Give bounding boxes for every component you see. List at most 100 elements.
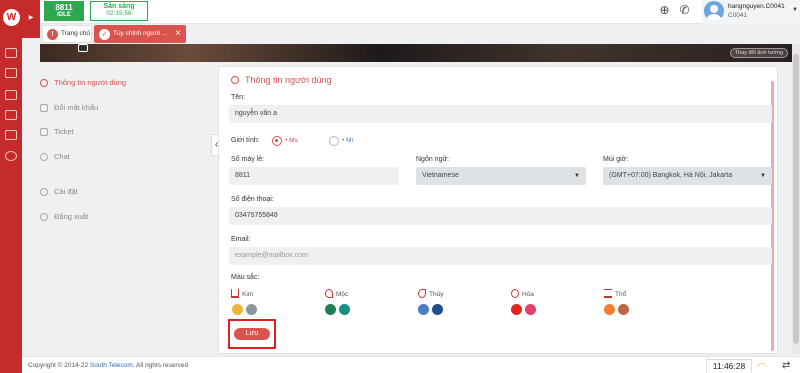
sidebar-item-label: Chat (54, 151, 70, 161)
sidebar-item-label: Đăng xuất (54, 211, 89, 221)
wood-icon (325, 289, 333, 298)
scrollbar-thumb[interactable] (793, 54, 799, 344)
app-logo[interactable]: W (3, 9, 20, 26)
brand-link[interactable]: South Telecom (90, 362, 133, 369)
ready-status[interactable]: Sẵn sàng 02:15:56 (90, 1, 148, 21)
page-scrollbar[interactable] (792, 44, 800, 354)
tab-home[interactable]: ! Trang chủ (42, 25, 92, 43)
color-swatch[interactable] (618, 304, 629, 315)
color-label: Màu sắc: (231, 274, 260, 281)
caret-down-icon: ▼ (760, 173, 766, 179)
timezone-value: (GMT+07:00) Bangkok, Hà Nội, Jakarta (609, 172, 733, 179)
ticket-icon (40, 128, 48, 136)
element-kim: Kim (231, 289, 253, 298)
element-thuy: Thủy (418, 289, 443, 298)
element-moc: Mộc (325, 289, 348, 298)
sidebar-item-label: Đổi mật khẩu (54, 102, 99, 112)
element-label: Thủy (429, 291, 444, 298)
sidebar-item-user-info[interactable]: Thông tin người dùng (40, 76, 200, 101)
earth-icon (604, 289, 612, 298)
timezone-label: Múi giờ: (603, 156, 629, 163)
caret-down-icon: ▼ (574, 173, 580, 179)
edit-icon[interactable] (5, 90, 17, 100)
language-label: Ngôn ngữ: (416, 156, 450, 163)
sidebar-item-change-password[interactable]: Đổi mật khẩu (40, 101, 200, 126)
element-hoa: Hỏa (511, 289, 534, 298)
copyright-prefix: Copyright © 2014-22 (28, 362, 90, 369)
element-label: Hỏa (522, 291, 534, 298)
gender-ms-text: Ms (289, 137, 298, 144)
rail-expand-toggle[interactable]: ▶ (22, 0, 40, 38)
sidebar-item-chat[interactable]: Chat (40, 150, 200, 175)
gender-ms-radio[interactable] (272, 136, 282, 146)
change-cover-button[interactable]: Thay đổi ảnh tường (729, 48, 788, 58)
sidebar-item-label: Thông tin người dùng (54, 78, 127, 87)
email-label: Email: (231, 236, 251, 243)
extension-status[interactable]: 8811 IDLE (44, 1, 84, 21)
check-icon: ✓ (99, 29, 110, 40)
profile-sidenav: Thông tin người dùng Đổi mật khẩu Ticket… (40, 76, 200, 234)
cover-banner: Thay đổi ảnh tường (40, 44, 792, 62)
close-icon[interactable]: × (175, 28, 181, 39)
gender-mr-text: Mr (346, 137, 354, 144)
add-icon[interactable]: ⊕ (658, 4, 671, 17)
sidebar-item-logout[interactable]: Đăng xuất (40, 210, 200, 235)
element-tho: Thổ (604, 289, 626, 298)
headset-icon[interactable] (5, 68, 17, 78)
gender-mr-label: • Mr (342, 137, 354, 144)
tab-user-settings[interactable]: ✓ Tùy chỉnh người ... × (94, 25, 186, 43)
color-swatch[interactable] (604, 304, 615, 315)
user-info-card: Thông tin người dùng Tên: nguyễn văn a G… (218, 66, 778, 354)
chevron-right-icon: ▶ (28, 15, 34, 21)
contacts-icon[interactable] (5, 110, 17, 120)
color-swatch[interactable] (432, 304, 443, 315)
chevron-down-icon: ▼ (792, 7, 798, 13)
email-field[interactable]: example@mailbox.com (229, 247, 772, 265)
color-swatch[interactable] (325, 304, 336, 315)
color-swatch[interactable] (246, 304, 257, 315)
sidebar-item-settings[interactable]: Cài đặt (40, 185, 200, 210)
element-label: Thổ (615, 291, 627, 298)
color-swatch[interactable] (418, 304, 429, 315)
extension-number: 8811 (55, 3, 73, 12)
phone-field[interactable]: 03475755848 (229, 207, 772, 225)
color-swatch[interactable] (511, 304, 522, 315)
gender-label: Giới tính: (231, 137, 260, 144)
alert-icon: ! (47, 29, 58, 40)
water-icon (418, 289, 426, 298)
gender-mr-radio[interactable] (329, 136, 339, 146)
sync-icon[interactable]: ⇄ (782, 360, 790, 371)
sidebar-item-label: Ticket (54, 127, 74, 136)
language-value: Vietnamese (422, 172, 459, 179)
sidebar-item-ticket[interactable]: Ticket (40, 125, 200, 150)
name-field[interactable]: nguyễn văn a (229, 105, 772, 123)
user-ext: C0041 (728, 12, 748, 19)
app-rail: W (0, 0, 22, 373)
chat-icon (40, 152, 48, 161)
footer: Copyright © 2014-22 South Telecom. All r… (22, 356, 800, 373)
nav-divider (40, 174, 200, 185)
gender-ms-label: • Ms (285, 137, 298, 144)
user-menu[interactable]: hangnguyen.C0041 C0041 ▼ (702, 0, 800, 24)
save-button[interactable]: Lưu (234, 328, 270, 340)
timezone-select[interactable]: (GMT+07:00) Bangkok, Hà Nội, Jakarta ▼ (603, 167, 772, 185)
user-icon (40, 79, 48, 87)
element-label: Kim (242, 291, 254, 298)
settings-icon[interactable] (5, 151, 17, 161)
language-select[interactable]: Vietnamese ▼ (416, 167, 586, 185)
wifi-icon: ◠ (758, 361, 766, 371)
top-bar: 8811 IDLE Sẵn sàng 02:15:56 ⊕ ✆ hangnguy… (40, 0, 800, 24)
phone-icon[interactable]: ✆ (678, 4, 691, 17)
color-swatch[interactable] (339, 304, 350, 315)
metal-icon (231, 289, 239, 298)
ready-label: Sẵn sàng (103, 3, 135, 10)
dashboard-icon[interactable] (5, 48, 17, 58)
color-swatch[interactable] (232, 304, 243, 315)
page-title: Thông tin người dùng (231, 75, 331, 85)
camera-icon[interactable] (78, 44, 88, 52)
user-icon (231, 76, 239, 84)
report-icon[interactable] (5, 130, 17, 140)
tab-user-settings-label: Tùy chỉnh người ... (113, 30, 168, 37)
color-swatch[interactable] (525, 304, 536, 315)
ext-field[interactable]: 8811 (229, 167, 399, 185)
